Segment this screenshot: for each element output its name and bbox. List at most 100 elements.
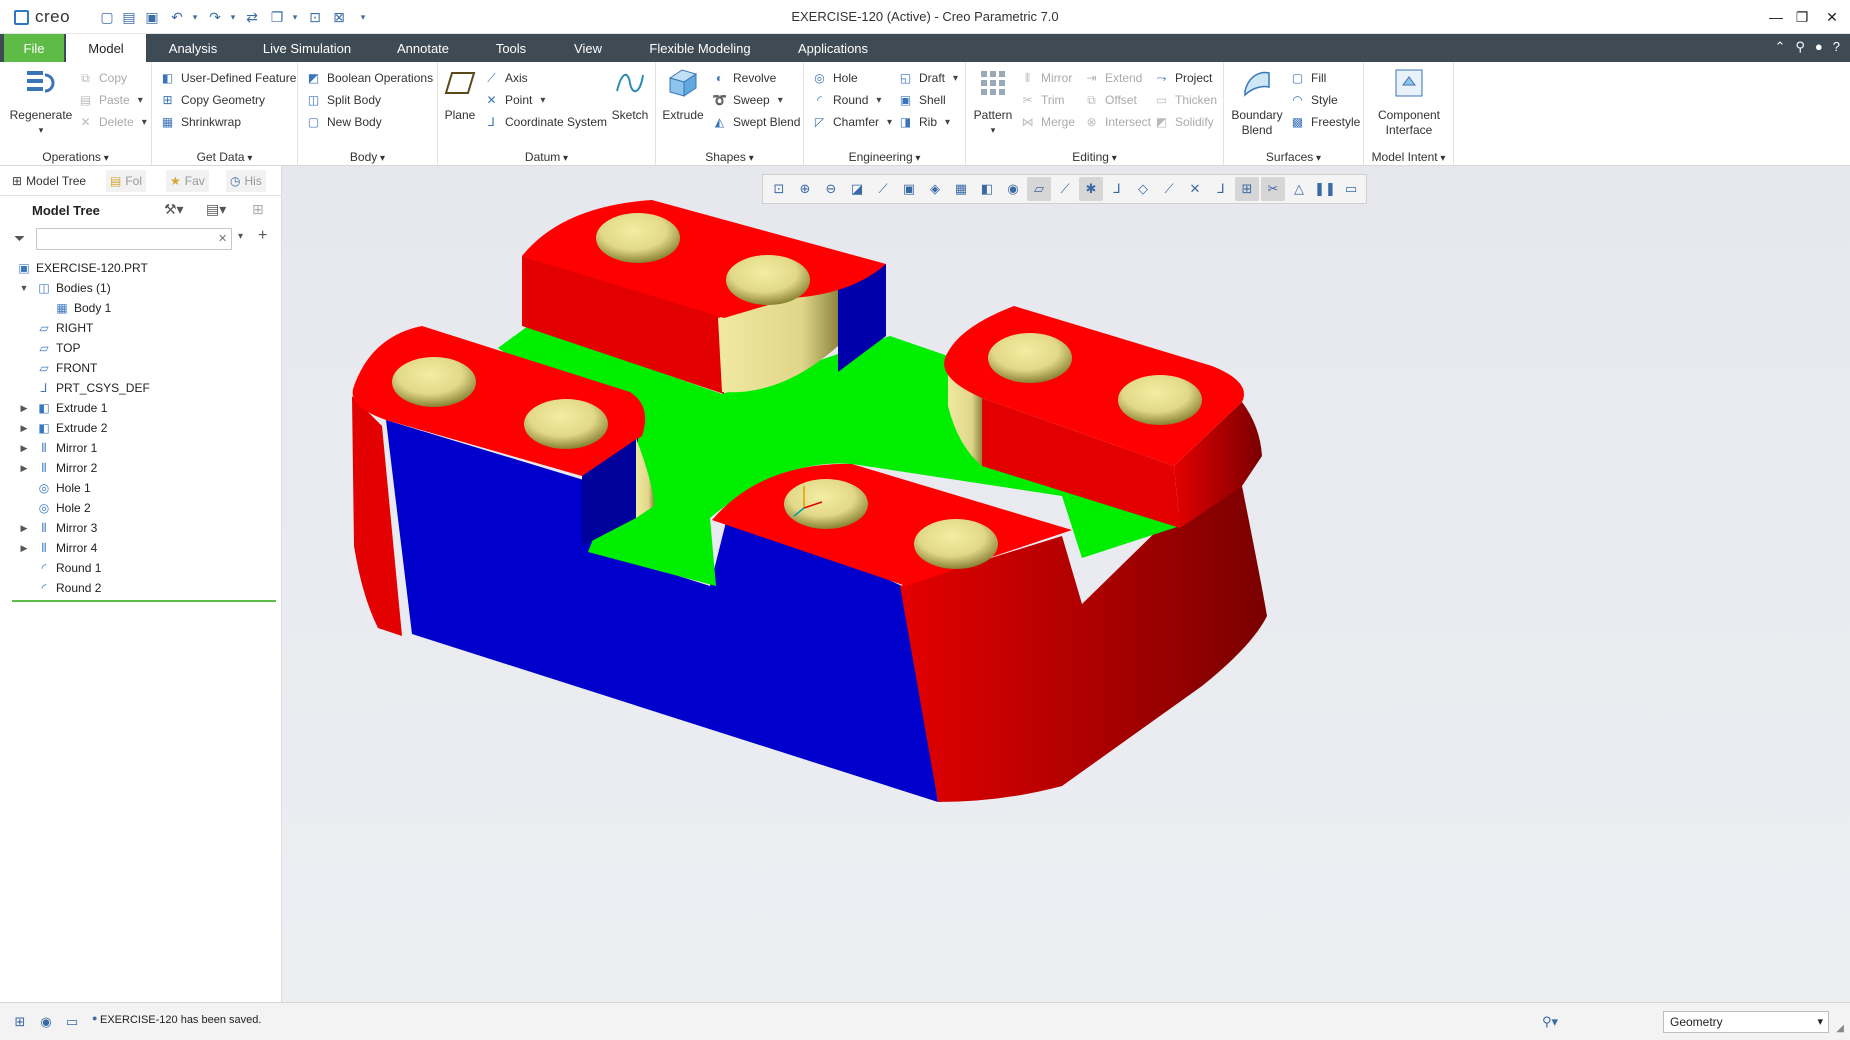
boolean-operations-button[interactable]: ◩ Boolean Operations <box>306 68 433 88</box>
tree-node[interactable]: ▱ FRONT <box>0 358 282 378</box>
tree-node[interactable]: ◎ Hole 2 <box>0 498 282 518</box>
paste-button[interactable]: ▤ Paste <box>78 90 143 110</box>
intersect-button[interactable]: ⊗ Intersect <box>1084 112 1151 132</box>
boundary-blend-button[interactable]: Boundary Blend <box>1228 66 1286 138</box>
extend-button[interactable]: ⇥ Extend <box>1084 68 1142 88</box>
find-icon[interactable]: ⚲▾ <box>1530 1012 1570 1032</box>
tree-node[interactable]: ▶ ◧ Extrude 1 <box>0 398 282 418</box>
tab-file[interactable]: File <box>4 34 64 62</box>
component-interface-button[interactable]: Component Interface <box>1370 66 1448 138</box>
shapes-group-label[interactable]: Shapes <box>656 150 803 164</box>
hole-front-1[interactable] <box>784 479 868 529</box>
coordinate-system-button[interactable]: ⅃ Coordinate System <box>484 112 607 132</box>
collapse-ribbon-icon[interactable]: ⌃ <box>1774 39 1785 55</box>
user-icon[interactable]: ● <box>1815 39 1823 55</box>
get-data-group-label[interactable]: Get Data <box>152 150 297 164</box>
minimize-icon[interactable]: — <box>1764 6 1788 28</box>
tree-node[interactable]: ▱ TOP <box>0 338 282 358</box>
help-icon[interactable]: ? <box>1833 39 1840 55</box>
surfaces-group-label[interactable]: Surfaces <box>1224 150 1363 164</box>
expand-node-icon[interactable]: ▶ <box>18 443 30 454</box>
navigator-toggle-icon[interactable]: ⊞ <box>10 1012 30 1032</box>
open-folder-icon[interactable]: ▤ <box>120 8 138 26</box>
hole-button[interactable]: ◎ Hole <box>812 68 857 88</box>
trim-button[interactable]: ✂ Trim <box>1020 90 1064 110</box>
tab-model-tree[interactable]: ⊞ Model Tree <box>12 170 86 192</box>
rib-button[interactable]: ◨ Rib <box>898 112 950 132</box>
tree-settings-icon[interactable]: ⚒▾ <box>164 201 184 218</box>
tree-node[interactable]: ▼ ◫ Bodies (1) <box>0 278 282 298</box>
engineering-group-label[interactable]: Engineering <box>804 150 965 164</box>
search-dropdown-icon[interactable]: ▾ <box>238 231 243 242</box>
tree-node[interactable]: ◜ Round 2 <box>0 578 282 598</box>
regenerate-dropdown-icon[interactable]: ▾ <box>39 123 44 138</box>
tab-view[interactable]: View <box>564 34 612 62</box>
tree-search-input[interactable] <box>36 228 232 250</box>
round-button[interactable]: ◜ Round <box>812 90 881 110</box>
hole-back-2[interactable] <box>726 255 810 305</box>
redo-icon[interactable]: ↷ <box>206 8 224 26</box>
tab-analysis[interactable]: Analysis <box>160 34 226 62</box>
model-intent-group-label[interactable]: Model Intent <box>1364 150 1453 164</box>
draft-button[interactable]: ◱ Draft <box>898 68 958 88</box>
command-search-icon[interactable]: ⚲ <box>1795 39 1805 55</box>
datum-group-label[interactable]: Datum <box>438 150 655 164</box>
pattern-dropdown-icon[interactable]: ▾ <box>991 123 996 138</box>
revolve-button[interactable]: ◐ Revolve <box>712 68 776 88</box>
add-column-icon[interactable]: + <box>258 227 267 245</box>
part-model-3d[interactable] <box>282 166 1850 1002</box>
fill-button[interactable]: ▢ Fill <box>1290 68 1327 88</box>
extrude-button[interactable]: Extrude <box>660 66 706 123</box>
tab-flexible-modeling[interactable]: Flexible Modeling <box>640 34 760 62</box>
tree-node[interactable]: ▶ ⫴ Mirror 1 <box>0 438 282 458</box>
operations-group-label[interactable]: Operations <box>0 150 151 164</box>
tree-node[interactable]: ⅃ PRT_CSYS_DEF <box>0 378 282 398</box>
graphics-window[interactable]: ⊡ ⊕ ⊖ ◪ ⟋ ▣ ◈ ▦ ◧ ◉ ▱ ⟋ ✱ ⅃ ◇ ⟋ ✕ ⅃ ⊞ ✂ … <box>282 166 1850 1002</box>
close-icon[interactable]: ✕ <box>1820 6 1844 28</box>
maximize-icon[interactable]: ❐ <box>1790 6 1814 28</box>
save-icon[interactable]: ▣ <box>143 8 161 26</box>
hole-left-2[interactable] <box>524 399 608 449</box>
hole-right-2[interactable] <box>1118 375 1202 425</box>
tab-history[interactable]: ◷ His <box>226 170 266 192</box>
new-file-icon[interactable]: ▢ <box>98 8 116 26</box>
swept-blend-button[interactable]: ◭ Swept Blend <box>712 112 801 132</box>
tab-favorites[interactable]: ★ Fav <box>166 170 209 192</box>
tree-node[interactable]: ▱ RIGHT <box>0 318 282 338</box>
tree-node[interactable]: ▶ ◧ Extrude 2 <box>0 418 282 438</box>
tree-node[interactable]: ▶ ⫴ Mirror 2 <box>0 458 282 478</box>
offset-button[interactable]: ⧉ Offset <box>1084 90 1137 110</box>
regenerate-button[interactable]: Regenerate ▾ <box>6 66 76 138</box>
plane-button[interactable]: Plane <box>442 66 478 123</box>
expand-node-icon[interactable]: ▶ <box>18 403 30 414</box>
windows-icon[interactable]: ❐ <box>268 8 286 26</box>
tree-node[interactable]: ▶ ⫴ Mirror 3 <box>0 518 282 538</box>
undo-dropdown-icon[interactable]: ▾ <box>186 8 204 26</box>
close-window-icon[interactable]: ⊡ <box>306 8 324 26</box>
expand-node-icon[interactable]: ▶ <box>18 543 30 554</box>
tab-applications[interactable]: Applications <box>788 34 878 62</box>
sweep-button[interactable]: ➰ Sweep <box>712 90 783 110</box>
mirror-button[interactable]: ⫴ Mirror <box>1020 68 1072 88</box>
delete-button[interactable]: ✕ Delete <box>78 112 147 132</box>
tree-node[interactable]: ◜ Round 1 <box>0 558 282 578</box>
hole-back-1[interactable] <box>596 213 680 263</box>
editing-group-label[interactable]: Editing <box>966 150 1223 164</box>
copy-button[interactable]: ⧉ Copy <box>78 68 127 88</box>
browser-toggle-icon[interactable]: ◉ <box>36 1012 56 1032</box>
hole-left-1[interactable] <box>392 357 476 407</box>
x-mark-icon[interactable]: ⊠ <box>330 8 348 26</box>
redo-dropdown-icon[interactable]: ▾ <box>224 8 242 26</box>
tab-live-simulation[interactable]: Live Simulation <box>254 34 360 62</box>
thicken-button[interactable]: ▭ Thicken <box>1154 90 1217 110</box>
freestyle-button[interactable]: ▩ Freestyle <box>1290 112 1361 132</box>
shrinkwrap-button[interactable]: ▦ Shrinkwrap <box>160 112 241 132</box>
tab-tools[interactable]: Tools <box>486 34 536 62</box>
user-defined-feature-button[interactable]: ◧ User-Defined Feature <box>160 68 297 88</box>
customize-qat-icon[interactable]: ▾ <box>354 8 372 26</box>
tree-columns-icon[interactable]: ⊞ <box>252 201 264 218</box>
tab-annotate[interactable]: Annotate <box>388 34 458 62</box>
expand-node-icon[interactable]: ▶ <box>18 523 30 534</box>
filter-icon[interactable]: ⏷ <box>14 230 25 247</box>
hole-front-2[interactable] <box>914 519 998 569</box>
